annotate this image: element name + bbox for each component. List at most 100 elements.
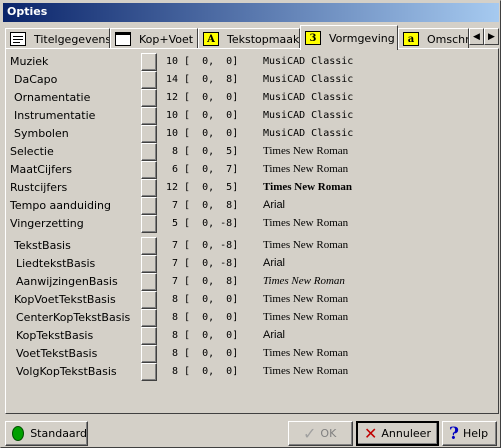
font-name: Times New Roman xyxy=(263,163,349,175)
option-label: Instrumentatie xyxy=(14,109,96,122)
offset-value: [ 0, 0] xyxy=(184,348,239,359)
option-label: DaCapo xyxy=(14,73,58,86)
ok-label: OK xyxy=(320,427,337,440)
offset-value: [ 0, 0] xyxy=(184,128,239,139)
option-row-rustcijfers: Rustcijfers 12 [ 0, 5] Times New Roman xyxy=(10,179,494,197)
standaard-button[interactable]: Standaard xyxy=(5,421,88,446)
font-name: MusiCAD Classic xyxy=(263,56,354,67)
option-row-symbolen: Symbolen 10 [ 0, 0] MusiCAD Classic xyxy=(10,125,494,143)
green-dot-icon xyxy=(12,426,25,441)
font-size-value: 7 xyxy=(171,240,178,251)
font-size-value: 12 xyxy=(165,92,178,103)
option-font-button[interactable] xyxy=(141,291,157,309)
offset-value: [ 0, 8] xyxy=(184,276,239,287)
option-label: VolgKopTekstBasis xyxy=(16,365,117,378)
option-font-button[interactable] xyxy=(141,143,157,161)
option-label: Symbolen xyxy=(14,127,69,140)
font-name: Arial xyxy=(263,199,286,211)
folder-icon xyxy=(115,32,131,46)
help-label: Help xyxy=(462,427,489,440)
option-size-offset: 8 [ 0, 0] xyxy=(162,312,238,323)
option-label: AanwijzingenBasis xyxy=(16,275,118,288)
option-font-button[interactable] xyxy=(141,71,157,89)
font-name: Arial xyxy=(263,257,286,269)
offset-value: [ 0, -8] xyxy=(184,218,239,229)
annuleer-button[interactable]: ✕ Annuleer xyxy=(356,421,439,446)
option-row-tekstbasis: TekstBasis 7 [ 0, -8] Times New Roman xyxy=(10,237,494,255)
option-row-dacapo: DaCapo 14 [ 0, 8] MusiCAD Classic xyxy=(10,71,494,89)
option-label: Vingerzetting xyxy=(10,217,84,230)
option-font-button[interactable] xyxy=(141,161,157,179)
option-size-offset: 8 [ 0, 0] xyxy=(162,348,238,359)
option-label: TekstBasis xyxy=(14,239,71,252)
annuleer-label: Annuleer xyxy=(381,427,431,440)
checkmark-icon: ✓ xyxy=(303,424,317,443)
option-font-button[interactable] xyxy=(141,197,157,215)
option-label: Ornamentatie xyxy=(14,91,91,104)
tab-scroll-right-button[interactable]: ▶ xyxy=(484,28,499,45)
option-font-button[interactable] xyxy=(141,107,157,125)
tab-omschrijving[interactable]: a Omschrij xyxy=(398,28,469,49)
tab-strip: Titelgegevens Kop+Voet A Tekstopmaak 3 V… xyxy=(5,25,499,50)
help-button[interactable]: ? Help xyxy=(442,421,497,446)
option-font-button[interactable] xyxy=(141,255,157,273)
option-font-button[interactable] xyxy=(141,237,157,255)
option-row-muziek: Muziek 10 [ 0, 0] MusiCAD Classic xyxy=(10,53,494,71)
font-size-value: 8 xyxy=(171,366,178,377)
option-row-ornamentatie: Ornamentatie 12 [ 0, 0] MusiCAD Classic xyxy=(10,89,494,107)
option-row-volgkoptekstbasis: VolgKopTekstBasis 8 [ 0, 0] Times New Roma… xyxy=(10,363,494,381)
font-size-value: 10 xyxy=(165,56,178,67)
offset-value: [ 0, 5] xyxy=(184,182,239,193)
option-label: LiedtekstBasis xyxy=(16,257,96,270)
option-font-button[interactable] xyxy=(141,215,157,233)
tab-tekstopmaak[interactable]: A Tekstopmaak xyxy=(198,28,300,49)
option-font-button[interactable] xyxy=(141,309,157,327)
font-size-value: 7 xyxy=(171,200,178,211)
vormgeving-panel: Muziek 10 [ 0, 0] MusiCAD Classic DaCapo 14 … xyxy=(5,48,499,414)
offset-value: [ 0, 0] xyxy=(184,294,239,305)
ok-button[interactable]: ✓ OK xyxy=(288,421,353,446)
option-font-button[interactable] xyxy=(141,327,157,345)
option-row-koptekstbasis: KopTekstBasis 8 [ 0, 0] Arial xyxy=(10,327,494,345)
option-size-offset: 7 [ 0, 8] xyxy=(162,200,238,211)
font-size-value: 7 xyxy=(171,258,178,269)
options-dialog: Opties Titelgegevens Kop+Voet A Tekstopm… xyxy=(0,0,501,448)
font-size-value: 8 xyxy=(171,312,178,323)
offset-value: [ 0, 5] xyxy=(184,146,239,157)
option-font-button[interactable] xyxy=(141,273,157,291)
tab-titelgegevens[interactable]: Titelgegevens xyxy=(5,28,110,49)
option-font-button[interactable] xyxy=(141,89,157,107)
option-row-kopvoettekstbasis: KopVoetTekstBasis 8 [ 0, 0] Times New Roma… xyxy=(10,291,494,309)
option-row-voettekstbasis: VoetTekstBasis 8 [ 0, 0] Times New Roman xyxy=(10,345,494,363)
font-name: Times New Roman xyxy=(263,365,349,377)
tab-scroll-arrows: ◀ ▶ xyxy=(469,28,499,45)
tab-scroll-left-button[interactable]: ◀ xyxy=(469,28,484,45)
cancel-x-icon: ✕ xyxy=(364,424,378,443)
offset-value: [ 0, 0] xyxy=(184,312,239,323)
offset-value: [ 0, 0] xyxy=(184,92,239,103)
option-size-offset: 10 [ 0, 0] xyxy=(162,56,238,67)
option-size-offset: 8 [ 0, 0] xyxy=(162,294,238,305)
tab-vormgeving[interactable]: 3 Vormgeving xyxy=(300,25,398,50)
description-icon: a xyxy=(403,32,419,46)
font-name: MusiCAD Classic xyxy=(263,110,354,121)
option-row-liedtekstbasis: LiedtekstBasis 7 [ 0, -8] Arial xyxy=(10,255,494,273)
font-size-value: 10 xyxy=(165,110,178,121)
font-size-value: 8 xyxy=(171,294,178,305)
option-size-offset: 7 [ 0, -8] xyxy=(162,258,238,269)
font-name: MusiCAD Classic xyxy=(263,128,354,139)
font-name: Times New Roman xyxy=(263,293,349,305)
font-name: Times New Roman xyxy=(263,181,353,193)
option-font-button[interactable] xyxy=(141,125,157,143)
standaard-label: Standaard xyxy=(30,427,87,440)
font-size-value: 10 xyxy=(165,128,178,139)
option-font-button[interactable] xyxy=(141,363,157,381)
option-font-button[interactable] xyxy=(141,53,157,71)
option-size-offset: 6 [ 0, 7] xyxy=(162,164,238,175)
option-font-button[interactable] xyxy=(141,345,157,363)
option-label: Selectie xyxy=(10,145,54,158)
font-name: Arial xyxy=(263,329,286,341)
option-font-button[interactable] xyxy=(141,179,157,197)
option-label: KopVoetTekstBasis xyxy=(14,293,116,306)
tab-kop-voet[interactable]: Kop+Voet xyxy=(110,28,198,49)
